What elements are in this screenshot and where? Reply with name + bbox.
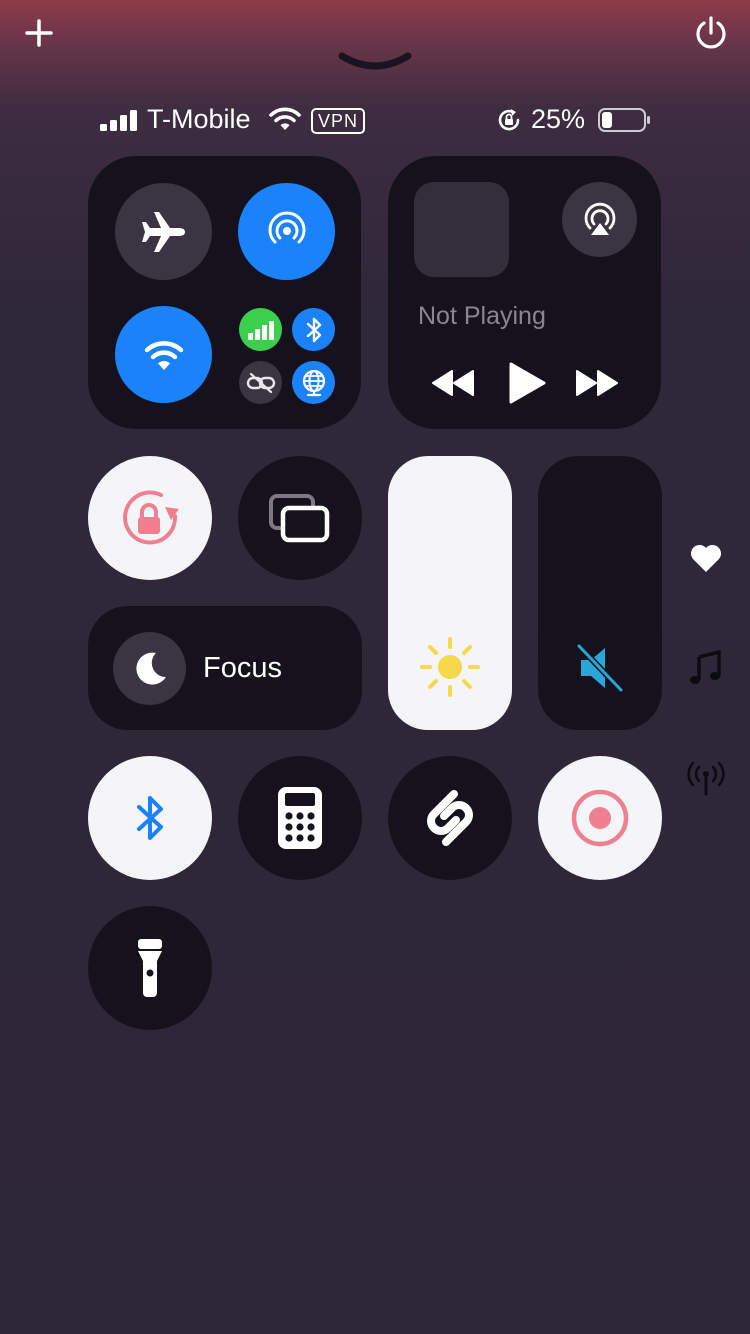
hotspot-icon [246, 372, 275, 393]
record-icon [571, 789, 629, 847]
connectivity-page-indicator[interactable] [684, 756, 728, 800]
vpn-toggle[interactable] [292, 361, 335, 404]
globe-icon [302, 369, 325, 396]
rewind-icon [432, 370, 474, 396]
cellular-data-toggle[interactable] [239, 308, 282, 351]
calculator-icon [278, 787, 322, 849]
flashlight-icon [138, 939, 162, 997]
music-page-indicator[interactable] [684, 646, 728, 690]
focus-label: Focus [203, 652, 282, 684]
carrier-label: T-Mobile [147, 104, 251, 134]
sun-icon [420, 637, 480, 697]
calculator-button[interactable] [238, 756, 362, 880]
dismiss-chevron[interactable] [336, 46, 414, 76]
power-icon [696, 16, 726, 49]
heart-icon [690, 544, 722, 572]
play-icon [509, 362, 546, 404]
music-note-icon [690, 649, 721, 684]
screen-mirroring-button[interactable] [238, 456, 362, 580]
airplay-button[interactable] [562, 182, 637, 257]
bluetooth-icon [306, 317, 321, 342]
plus-icon [25, 19, 53, 47]
now-playing-status: Not Playing [418, 302, 546, 330]
wifi-icon [144, 340, 183, 370]
play-button[interactable] [506, 360, 548, 406]
power-button[interactable] [692, 14, 730, 52]
fast-forward-icon [576, 370, 618, 396]
flashlight-button[interactable] [88, 906, 212, 1030]
airdrop-icon [268, 210, 305, 243]
wifi-status-icon [269, 106, 301, 132]
album-artwork [414, 182, 509, 277]
bluetooth-small-toggle[interactable] [292, 308, 335, 351]
add-control-button[interactable] [22, 16, 56, 50]
airplane-mode-toggle[interactable] [115, 183, 212, 280]
focus-icon-wrapper [113, 632, 186, 705]
screen-recording-button[interactable] [538, 756, 662, 880]
antenna-icon [687, 761, 725, 796]
shazam-icon [427, 790, 473, 846]
bluetooth-icon [137, 796, 163, 840]
rotation-lock-status-icon [496, 107, 522, 133]
rotation-lock-icon [123, 490, 179, 545]
brightness-slider[interactable] [388, 456, 512, 730]
chevron-down-icon [338, 52, 412, 70]
battery-percent: 25% [531, 104, 586, 134]
wifi-toggle[interactable] [115, 306, 212, 403]
moon-icon [135, 652, 166, 685]
cellular-icon [247, 320, 274, 340]
volume-slider[interactable] [538, 456, 662, 730]
orientation-lock-toggle[interactable] [88, 456, 212, 580]
personal-hotspot-toggle[interactable] [239, 361, 282, 404]
signal-bars-icon [100, 108, 140, 132]
airdrop-toggle[interactable] [238, 183, 335, 280]
airplay-icon [584, 202, 615, 235]
battery-icon [598, 107, 652, 133]
screen-mirroring-icon [269, 494, 330, 543]
airplane-icon [141, 211, 185, 252]
bluetooth-toggle[interactable] [88, 756, 212, 880]
previous-track-button[interactable] [430, 366, 476, 400]
speaker-muted-icon [576, 643, 624, 693]
favorites-page-indicator[interactable] [684, 536, 728, 580]
next-track-button[interactable] [574, 366, 620, 400]
vpn-badge: VPN [311, 108, 365, 134]
shazam-button[interactable] [388, 756, 512, 880]
